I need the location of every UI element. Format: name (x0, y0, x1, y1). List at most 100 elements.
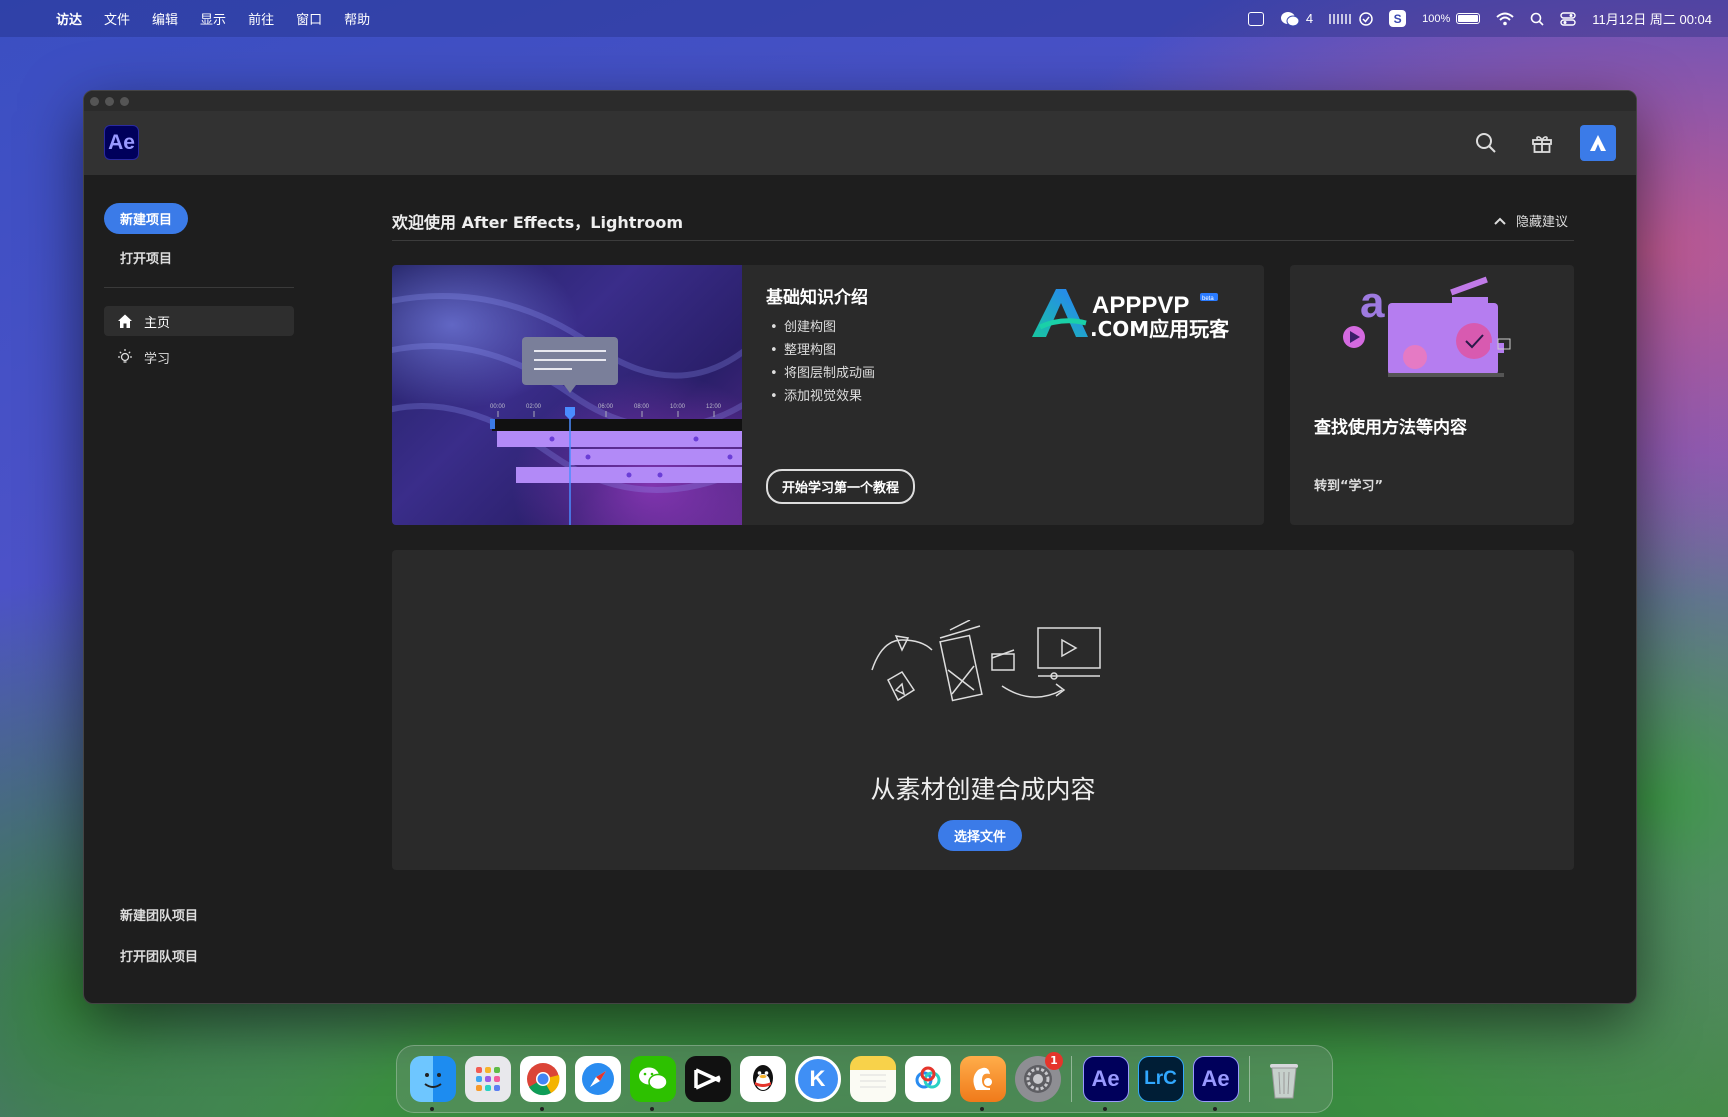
zoom-window-button[interactable] (120, 96, 129, 106)
spotlight-search-icon[interactable] (1530, 12, 1544, 26)
dock-after-effects-2[interactable]: Ae (1078, 1052, 1133, 1111)
dock-system-settings[interactable]: 1 (1010, 1051, 1065, 1107)
menu-window[interactable]: 窗口 (296, 9, 322, 28)
minimize-window-button[interactable] (105, 96, 114, 106)
welcome-title: 欢迎使用 After Effects，Lightroom (392, 213, 683, 232)
capcut-icon (684, 1056, 731, 1102)
letter-a-decoration: a (1360, 278, 1385, 327)
menu-view[interactable]: 显示 (200, 9, 226, 28)
dock-launchpad[interactable] (460, 1052, 515, 1107)
after-effects-home-window: Ae 新建项目 打开项目 主页 学习 新建团队项目 打开团队项目 欢迎使用 Af… (83, 90, 1637, 1004)
dock-app-label: LrC (1144, 1068, 1177, 1089)
wifi-icon[interactable] (1496, 12, 1514, 26)
find-card-title: 查找使用方法等内容 (1314, 418, 1467, 438)
menu-file[interactable]: 文件 (104, 9, 130, 28)
sidebar-item-label: 学习 (144, 351, 171, 367)
dock-notes[interactable] (845, 1052, 900, 1107)
running-indicator (980, 1106, 984, 1111)
wechat-icon (629, 1056, 676, 1102)
timeline-tick-label: 02:00 (526, 404, 542, 410)
go-to-learn-link[interactable]: 转到“学习” (1314, 475, 1383, 494)
dock-lightroom-classic[interactable]: LrC (1133, 1052, 1188, 1107)
running-indicator (1213, 1106, 1217, 1111)
baidu-netdisk-icon (904, 1056, 951, 1102)
after-effects-app-icon: Ae (1192, 1056, 1239, 1102)
dock-wechat[interactable] (625, 1052, 680, 1111)
dock-chrome[interactable] (515, 1052, 570, 1111)
learn-basics-card[interactable]: 00:00 02:00 04:00 06:00 08:00 10:00 12:0… (392, 265, 1264, 525)
find-howto-card[interactable]: a 查找使用方法等内容 转到“学习” (1290, 265, 1574, 525)
list-item: 添加视觉效果 (766, 385, 875, 408)
lightbulb-icon (116, 348, 134, 366)
select-file-button[interactable]: 选择文件 (938, 820, 1023, 851)
learn-illustration: a (1343, 276, 1511, 377)
gift-button[interactable] (1524, 125, 1560, 161)
wechat-status[interactable]: 4 (1280, 11, 1313, 27)
dock-app-label: Ae (1091, 1066, 1120, 1091)
finder-icon (409, 1056, 456, 1102)
notes-icon (849, 1056, 896, 1102)
open-team-project-link[interactable]: 打开团队项目 (104, 946, 198, 965)
home-sidebar: 新建项目 打开项目 主页 学习 新建团队项目 打开团队项目 (84, 175, 314, 1003)
close-window-button[interactable] (90, 96, 99, 106)
sidebar-item-learn[interactable]: 学习 (104, 342, 294, 372)
timeline-tick-label: 08:00 (634, 404, 650, 410)
menu-extras-icon[interactable] (1329, 11, 1373, 26)
open-project-link[interactable]: 打开项目 (104, 248, 294, 267)
sidebar-divider (104, 287, 294, 288)
search-button[interactable] (1468, 125, 1504, 161)
dock-separator (1071, 1056, 1072, 1102)
new-project-button[interactable]: 新建项目 (104, 203, 189, 234)
dock-kuaihuo[interactable]: K (790, 1052, 845, 1107)
dock-app-label: Ae (1201, 1066, 1230, 1091)
watermark-text: APPPVP (1092, 292, 1189, 319)
hide-suggestions-label: 隐藏建议 (1515, 215, 1568, 230)
dock-squirrel-app[interactable] (955, 1052, 1010, 1111)
menu-edit[interactable]: 编辑 (152, 9, 178, 28)
after-effects-logo: Ae (104, 125, 139, 160)
input-method-icon[interactable] (1247, 11, 1264, 26)
dock: K 1 Ae LrC Ae (396, 1045, 1333, 1113)
dock-finder[interactable] (405, 1052, 460, 1111)
battery-status[interactable]: 100% (1422, 12, 1481, 25)
menu-bar: 访达 文件 编辑 显示 前往 窗口 帮助 4 S 100% 11月12日 周二 … (0, 0, 1728, 37)
account-avatar-button[interactable] (1580, 125, 1616, 161)
sidebar-item-label: 主页 (144, 315, 171, 331)
timeline-tick-label: 00:00 (490, 404, 506, 410)
wechat-count: 4 (1305, 11, 1314, 26)
lightroom-classic-app-icon: LrC (1137, 1056, 1184, 1102)
battery-percent: 100% (1422, 12, 1451, 25)
dock-trash[interactable] (1256, 1052, 1311, 1107)
menu-app-name[interactable]: 访达 (56, 9, 82, 28)
learn-card-topics: 创建构图 整理构图 将图层制成动画 添加视觉效果 (766, 316, 875, 408)
watermark-subtext: .COM应用玩客 (1090, 317, 1230, 341)
dock-safari[interactable] (570, 1052, 625, 1107)
timeline-tick-label: 12:00 (706, 404, 722, 410)
dock-capcut[interactable] (680, 1052, 735, 1107)
dock-qq[interactable] (735, 1052, 790, 1107)
battery-icon (1456, 13, 1481, 24)
notification-badge: 1 (1045, 1051, 1063, 1070)
gift-icon (1532, 136, 1552, 153)
apppvp-watermark-logo: APPPVP beta .COM应用玩客 (1032, 289, 1230, 341)
timeline-illustration: 00:00 02:00 04:00 06:00 08:00 10:00 12:0… (392, 293, 742, 525)
sync-app-icon[interactable]: S (1389, 10, 1407, 27)
create-from-footage-card: 从素材创建合成内容 选择文件 (392, 550, 1574, 870)
dock-baidu-netdisk[interactable] (900, 1052, 955, 1107)
safari-icon (574, 1056, 621, 1102)
list-item: 整理构图 (766, 339, 875, 362)
start-first-tutorial-button[interactable]: 开始学习第一个教程 (766, 469, 916, 504)
menu-help[interactable]: 帮助 (344, 9, 370, 28)
menu-go[interactable]: 前往 (248, 9, 274, 28)
sidebar-item-home[interactable]: 主页 (104, 306, 294, 336)
launchpad-icon (464, 1056, 511, 1102)
search-icon (1476, 133, 1496, 153)
home-icon (116, 312, 134, 330)
control-center-icon[interactable] (1560, 11, 1576, 26)
dock-after-effects[interactable]: Ae (1188, 1052, 1243, 1111)
menubar-clock[interactable]: 11月12日 周二 00:04 (1592, 9, 1712, 28)
hide-suggestions-button[interactable]: 隐藏建议 (1494, 211, 1568, 230)
dock-app-label: K (809, 1066, 826, 1091)
new-team-project-link[interactable]: 新建团队项目 (104, 905, 198, 924)
trash-icon (1261, 1056, 1307, 1102)
